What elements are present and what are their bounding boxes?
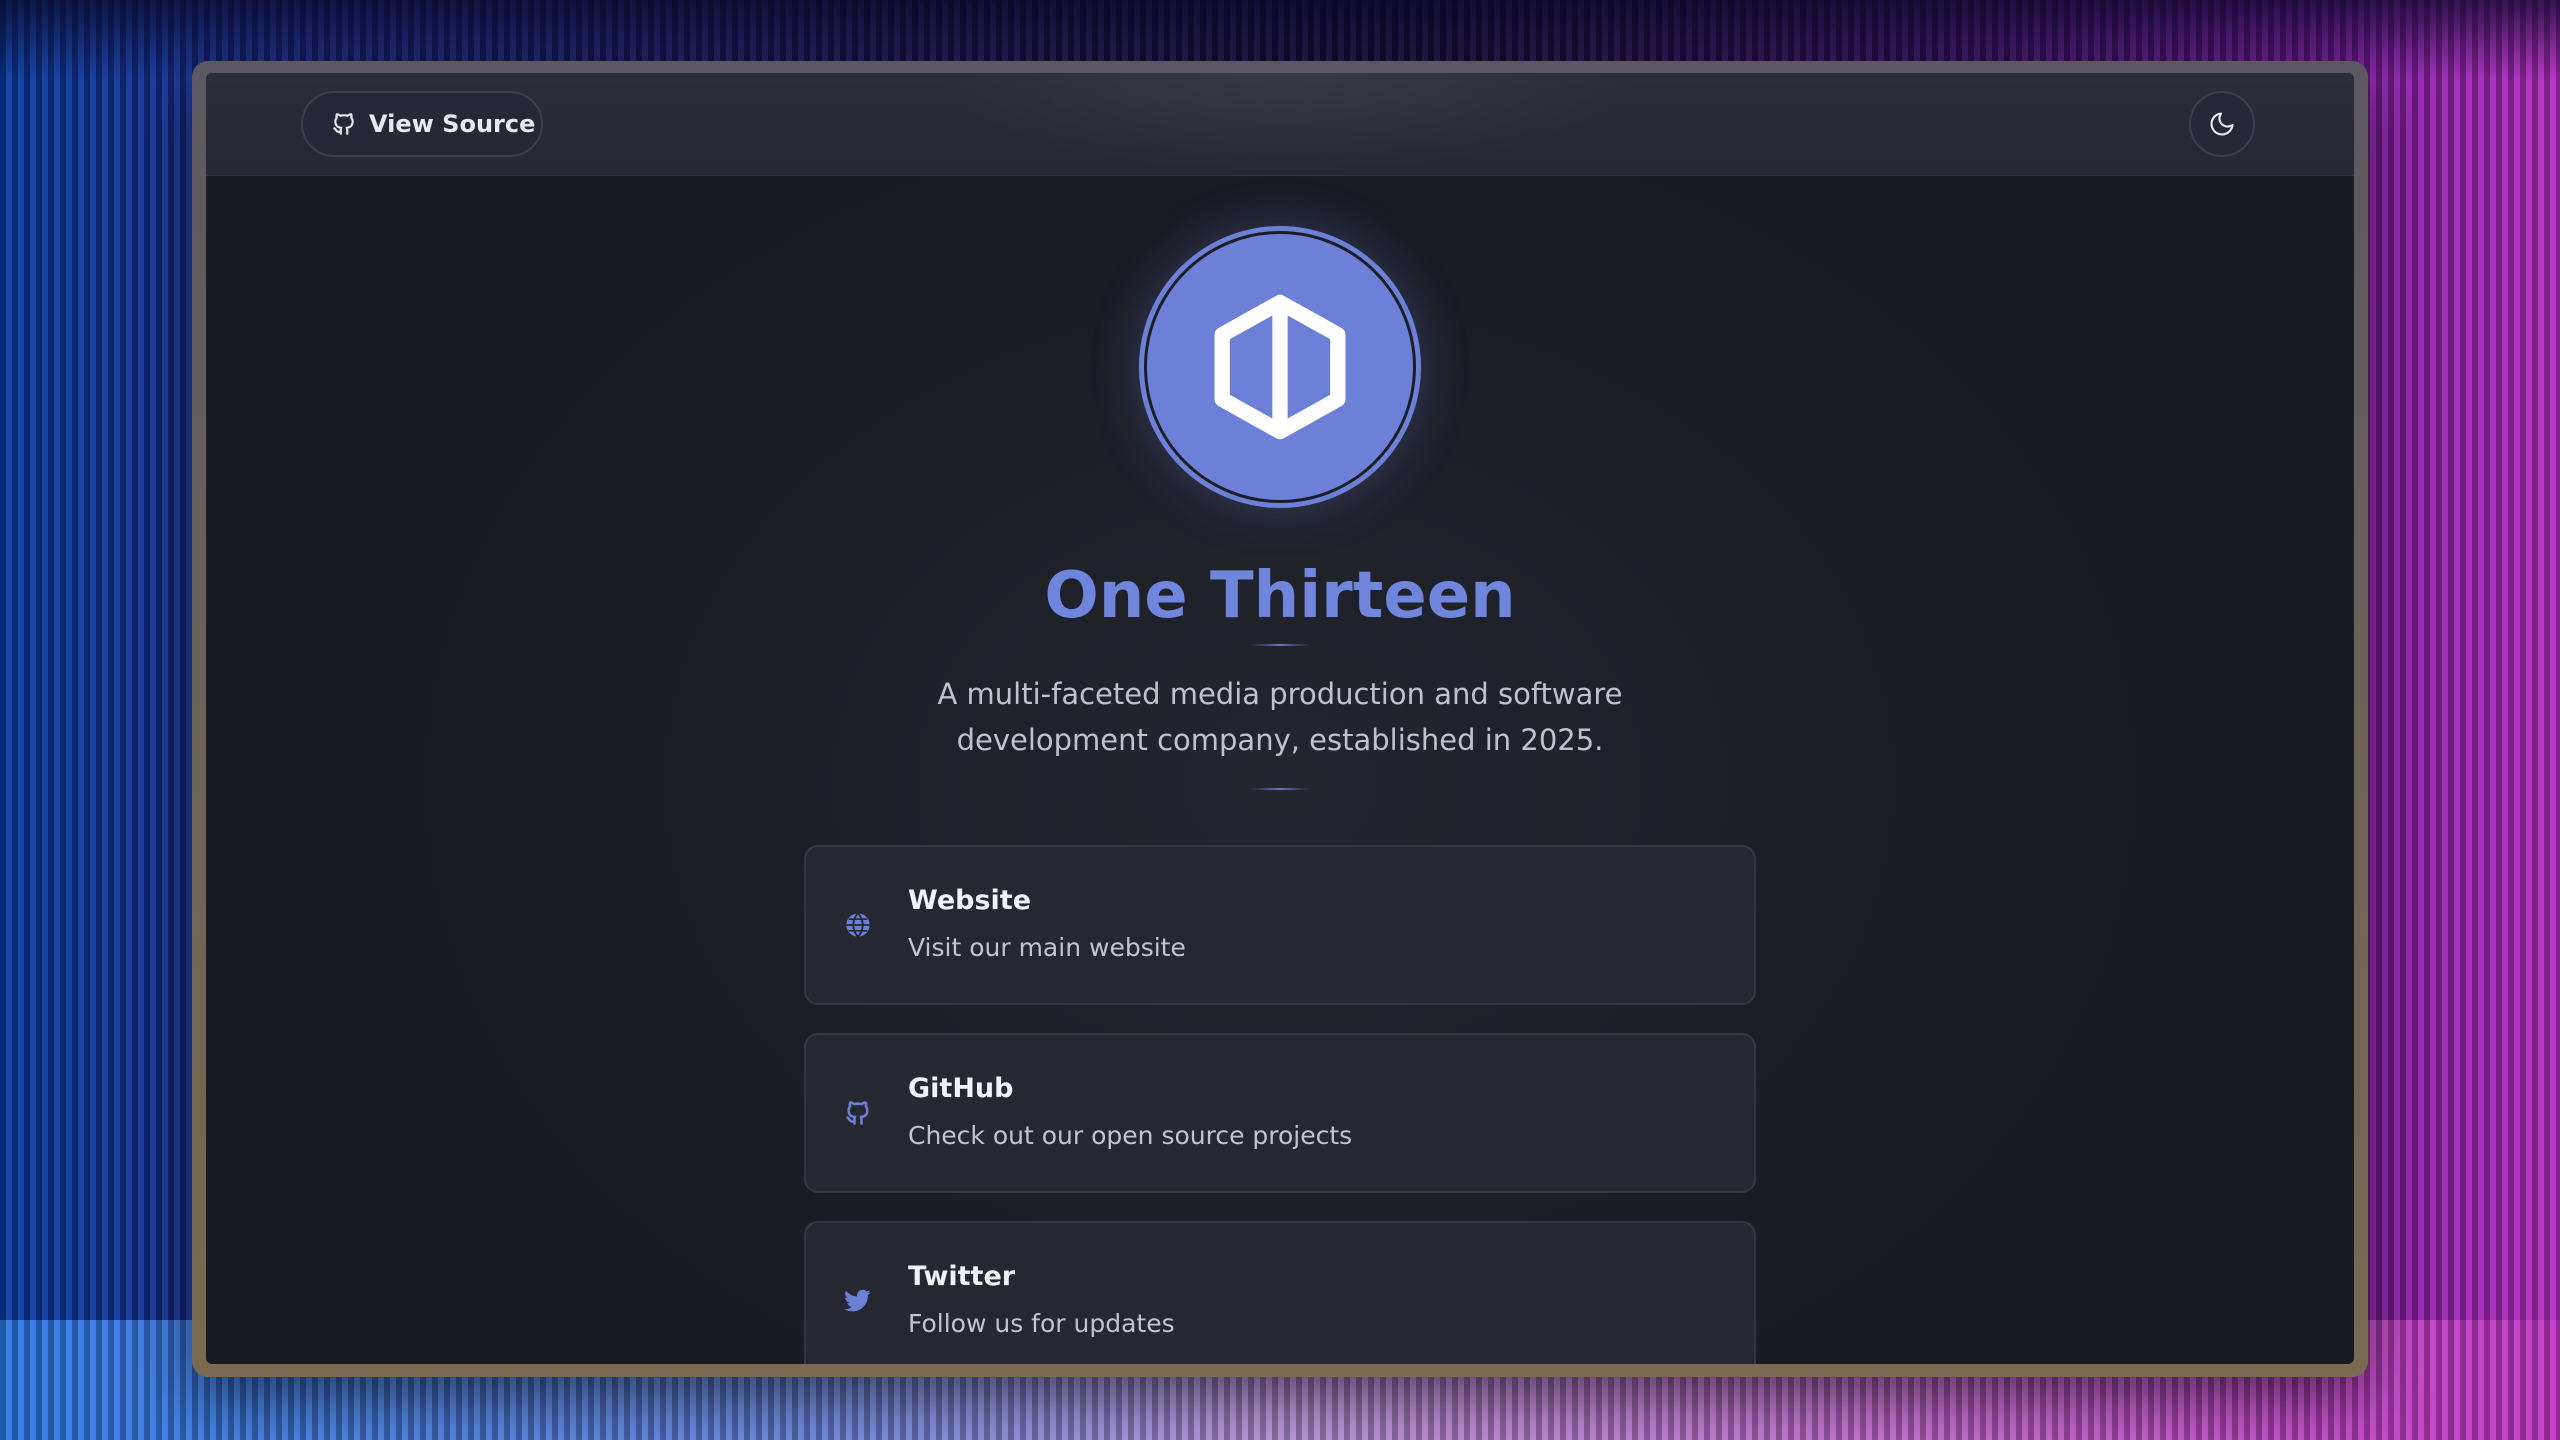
globe-icon: [844, 911, 872, 939]
link-card-github[interactable]: GitHub Check out our open source project…: [804, 1033, 1756, 1193]
app-window: View Source One Thirteen A multi-faceted…: [206, 73, 2354, 1364]
link-card-description: Follow us for updates: [908, 1309, 1175, 1338]
page-title: One Thirteen: [1044, 559, 1516, 633]
link-card-website[interactable]: Website Visit our main website: [804, 845, 1756, 1005]
link-card-description: Visit our main website: [908, 933, 1186, 962]
subtitle-line: development company, established in 2025…: [956, 723, 1604, 757]
cube-icon: [1214, 294, 1346, 440]
github-icon: [331, 111, 357, 137]
link-card-title: Twitter: [908, 1261, 1016, 1292]
title-divider: [1250, 644, 1310, 646]
top-bar: View Source: [206, 73, 2354, 176]
twitter-icon: [844, 1287, 872, 1315]
subtitle-divider: [1250, 788, 1310, 790]
link-card-title: Website: [908, 885, 1032, 916]
theme-toggle-button[interactable]: [2189, 91, 2255, 157]
view-source-label: View Source: [369, 110, 536, 138]
view-source-button[interactable]: View Source: [301, 91, 543, 157]
moon-icon: [2208, 110, 2236, 138]
page-subtitle: A multi-faceted media production and sof…: [206, 671, 2354, 763]
company-logo: [1144, 231, 1416, 503]
link-card-description: Check out our open source projects: [908, 1121, 1353, 1150]
subtitle-line: A multi-faceted media production and sof…: [937, 677, 1623, 711]
link-card-title: GitHub: [908, 1073, 1014, 1104]
github-icon: [844, 1099, 872, 1127]
link-card-twitter[interactable]: Twitter Follow us for updates: [804, 1221, 1756, 1364]
